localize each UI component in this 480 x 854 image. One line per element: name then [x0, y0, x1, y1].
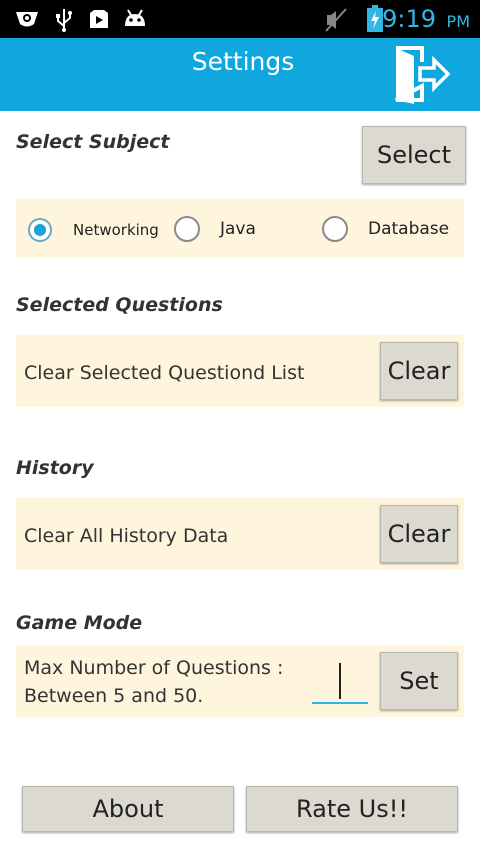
history-title: History — [16, 457, 94, 479]
status-bar: 9:19 PM — [0, 0, 480, 38]
play-store-icon — [88, 8, 110, 34]
usb-icon — [54, 8, 74, 36]
radio-database-label: Database — [368, 219, 450, 239]
clear-history-button[interactable]: Clear — [380, 505, 458, 563]
android-icon — [122, 8, 148, 34]
clear-history-text: Clear All History Data — [24, 525, 229, 547]
text-cursor — [339, 663, 341, 699]
max-questions-line2: Between 5 and 50. — [24, 685, 204, 707]
eye-icon — [14, 8, 40, 34]
game-mode-title: Game Mode — [16, 612, 143, 634]
select-button[interactable]: Select — [362, 126, 466, 184]
selected-questions-title: Selected Questions — [16, 294, 223, 316]
radio-networking-label: Networking — [73, 221, 159, 239]
app-bar: Settings — [0, 38, 480, 111]
radio-java[interactable] — [174, 216, 200, 242]
radio-database[interactable] — [322, 216, 348, 242]
rate-us-button[interactable]: Rate Us!! — [246, 786, 458, 832]
clear-selected-button[interactable]: Clear — [380, 342, 458, 400]
radio-java-label: Java — [220, 219, 256, 239]
max-questions-line1: Max Number of Questions : — [24, 657, 284, 679]
mute-icon — [324, 7, 348, 37]
set-button[interactable]: Set — [380, 652, 458, 710]
select-subject-title: Select Subject — [16, 131, 170, 153]
clock-ampm: PM — [446, 12, 470, 31]
clear-selected-text: Clear Selected Questiond List — [24, 362, 305, 384]
about-button[interactable]: About — [22, 786, 234, 832]
exit-button[interactable] — [392, 44, 451, 104]
clock-time: 9:19 — [382, 5, 436, 33]
exit-icon — [392, 46, 451, 108]
radio-networking[interactable] — [28, 218, 52, 242]
